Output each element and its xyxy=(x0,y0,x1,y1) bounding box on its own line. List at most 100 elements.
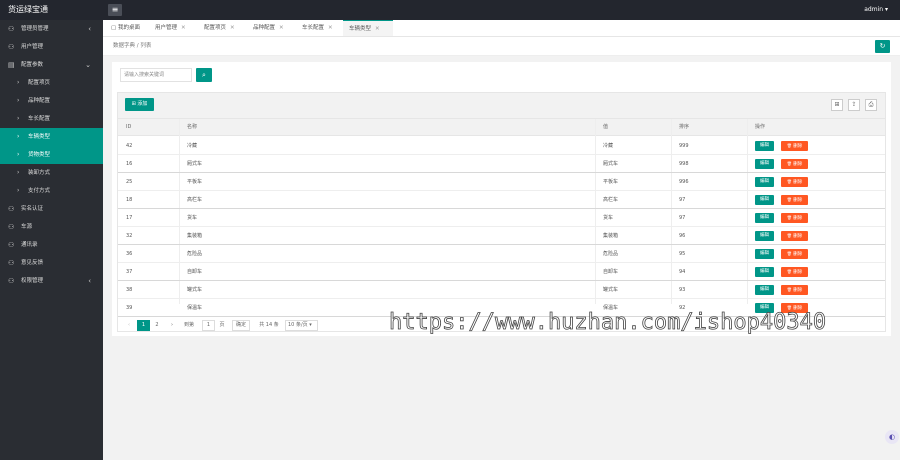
breadcrumb-bar: 数据字典 / 列表 ↻ xyxy=(103,37,900,56)
next-page-icon[interactable]: › xyxy=(167,320,177,331)
delete-button[interactable]: 🗑 删除 xyxy=(781,195,808,205)
tab-label: 我的桌面 xyxy=(117,25,140,31)
tab-car-length[interactable]: 车长配置 ✕ xyxy=(302,20,333,36)
goto-page-input[interactable]: 1 xyxy=(202,320,215,331)
table-header: ID 名称 值 排序 操作 xyxy=(118,119,885,136)
tab-users[interactable]: 用户管理 ✕ xyxy=(155,20,186,36)
user-icon: ⚇ xyxy=(8,205,15,213)
app-logo[interactable]: 货运绿宝通 xyxy=(0,0,103,20)
sidebar-item-permissions[interactable]: ⚇ 权限管理 ‹ xyxy=(0,272,103,290)
page-unit-label: 页 xyxy=(219,322,225,328)
edit-button[interactable]: 编辑 xyxy=(755,213,774,223)
edit-button[interactable]: 编辑 xyxy=(755,249,774,259)
user-icon: ⚇ xyxy=(8,259,15,267)
breadcrumb: 数据字典 / 列表 xyxy=(113,37,151,56)
cell-id: 36 xyxy=(126,251,133,257)
menu-toggle-icon[interactable]: ≡ xyxy=(108,4,122,16)
delete-button[interactable]: 🗑 删除 xyxy=(781,267,808,277)
page-1[interactable]: 1 xyxy=(137,320,150,331)
page-2[interactable]: 2 xyxy=(151,320,163,331)
close-icon[interactable]: ✕ xyxy=(279,25,284,31)
edit-button[interactable]: 编辑 xyxy=(755,231,774,241)
tab-vehicle-type[interactable]: 车辆类型 ✕ xyxy=(343,20,393,36)
delete-button[interactable]: 🗑 删除 xyxy=(781,231,808,241)
edit-button[interactable]: 编辑 xyxy=(755,141,774,151)
tab-variety[interactable]: 品种配置 ✕ xyxy=(253,20,284,36)
close-icon[interactable]: ✕ xyxy=(230,25,235,31)
data-table: ⊞ 添加 ⊞ ⇪ ⎙ ID 名称 值 排序 操作 42 冷藏 冷藏 999 编辑 🗑 删除… xyxy=(117,92,886,332)
sidebar-item-cargo-type[interactable]: › 货物类型 xyxy=(0,146,103,164)
search-input[interactable] xyxy=(120,68,192,82)
delete-button-label: 删除 xyxy=(793,198,803,203)
sidebar-item-car-length[interactable]: › 车长配置 xyxy=(0,110,103,128)
table-row: 17 货车 货车 97 编辑 🗑 删除 xyxy=(118,209,885,227)
sidebar-item-config-page[interactable]: › 配置项页 xyxy=(0,74,103,92)
sidebar-item-variety[interactable]: › 品种配置 xyxy=(0,92,103,110)
user-menu[interactable]: admin ▾ xyxy=(864,0,888,20)
close-icon[interactable]: ✕ xyxy=(375,26,380,32)
chevron-left-icon: ‹ xyxy=(88,25,91,33)
edit-button[interactable]: 编辑 xyxy=(755,159,774,169)
cell-name: 危险品 xyxy=(187,251,203,257)
edit-button[interactable]: 编辑 xyxy=(755,177,774,187)
column-header: 值 xyxy=(603,124,609,130)
tab-label: 车辆类型 xyxy=(349,26,372,32)
page-size-select[interactable]: 10 条/页 ▾ xyxy=(285,320,318,331)
trash-icon: 🗑 xyxy=(786,233,792,238)
sidebar-item-admin[interactable]: ⚇ 管理员管理 ‹ xyxy=(0,20,103,38)
user-icon: ⚇ xyxy=(8,43,15,51)
edit-button[interactable]: 编辑 xyxy=(755,285,774,295)
delete-button[interactable]: 🗑 删除 xyxy=(781,141,808,151)
sidebar-item-payment[interactable]: › 支付方式 xyxy=(0,182,103,200)
cell-name: 冷藏 xyxy=(187,143,198,149)
top-header: 货运绿宝通 ≡ admin ▾ xyxy=(0,0,900,20)
sidebar-item-label: 支付方式 xyxy=(28,188,51,194)
sidebar-item-loading[interactable]: › 装卸方式 xyxy=(0,164,103,182)
refresh-icon[interactable]: ↻ xyxy=(875,40,890,53)
caret-down-icon: ▾ xyxy=(884,6,888,13)
tab-bar: ▢ 我的桌面 用户管理 ✕ 配置项页 ✕ 品种配置 ✕ 车长配置 ✕ 车辆类型 ✕ xyxy=(103,20,900,37)
table-row: 32 集装箱 集装箱 96 编辑 🗑 删除 xyxy=(118,227,885,245)
sidebar-item-feedback[interactable]: ⚇ 意见反馈 xyxy=(0,254,103,272)
tab-label: 品种配置 xyxy=(253,25,276,31)
cell-value: 自卸车 xyxy=(603,269,619,275)
close-icon[interactable]: ✕ xyxy=(181,25,186,31)
sidebar-item-config[interactable]: ▤ 配置参数 ⌄ xyxy=(0,56,103,74)
sidebar-item-label: 车源 xyxy=(21,224,33,230)
sidebar-item-verify[interactable]: ⚇ 实名认证 xyxy=(0,200,103,218)
cell-value: 平板车 xyxy=(603,179,619,185)
sidebar-item-users[interactable]: ⚇ 用户管理 xyxy=(0,38,103,56)
edit-button[interactable]: 编辑 xyxy=(755,195,774,205)
delete-button[interactable]: 🗑 删除 xyxy=(781,177,808,187)
tab-home[interactable]: ▢ 我的桌面 xyxy=(111,20,140,36)
cell-value: 冷藏 xyxy=(603,143,614,149)
export-icon[interactable]: ⇪ xyxy=(848,99,860,111)
delete-button[interactable]: 🗑 删除 xyxy=(781,249,808,259)
goto-confirm-button[interactable]: 确定 xyxy=(232,320,250,331)
breadcrumb-home[interactable]: 数据字典 xyxy=(113,43,135,49)
breadcrumb-current: 列表 xyxy=(140,43,152,49)
search-icon[interactable]: ⌕ xyxy=(196,68,212,82)
chevron-right-icon: › xyxy=(17,151,20,158)
prev-page-icon[interactable]: ‹ xyxy=(124,320,134,331)
sidebar-item-vehicle-type[interactable]: › 车辆类型 xyxy=(0,128,103,146)
trash-icon: 🗑 xyxy=(786,215,792,220)
chevron-right-icon: › xyxy=(17,133,20,140)
cell-id: 16 xyxy=(126,161,133,167)
cell-sort: 97 xyxy=(679,215,686,221)
cell-id: 32 xyxy=(126,233,133,239)
trash-icon: 🗑 xyxy=(786,269,792,274)
print-icon[interactable]: ⎙ xyxy=(865,99,877,111)
tab-config-page[interactable]: 配置项页 ✕ xyxy=(204,20,235,36)
trash-icon: 🗑 xyxy=(786,179,792,184)
add-button[interactable]: ⊞ 添加 xyxy=(125,98,154,111)
filter-icon[interactable]: ⊞ xyxy=(831,99,843,111)
assistant-icon[interactable]: ◐ xyxy=(885,430,899,444)
delete-button[interactable]: 🗑 删除 xyxy=(781,159,808,169)
delete-button[interactable]: 🗑 删除 xyxy=(781,213,808,223)
sidebar-item-contacts[interactable]: ⚇ 通讯录 xyxy=(0,236,103,254)
close-icon[interactable]: ✕ xyxy=(328,25,333,31)
sidebar-item-source[interactable]: ⚇ 车源 xyxy=(0,218,103,236)
edit-button[interactable]: 编辑 xyxy=(755,267,774,277)
delete-button[interactable]: 🗑 删除 xyxy=(781,285,808,295)
